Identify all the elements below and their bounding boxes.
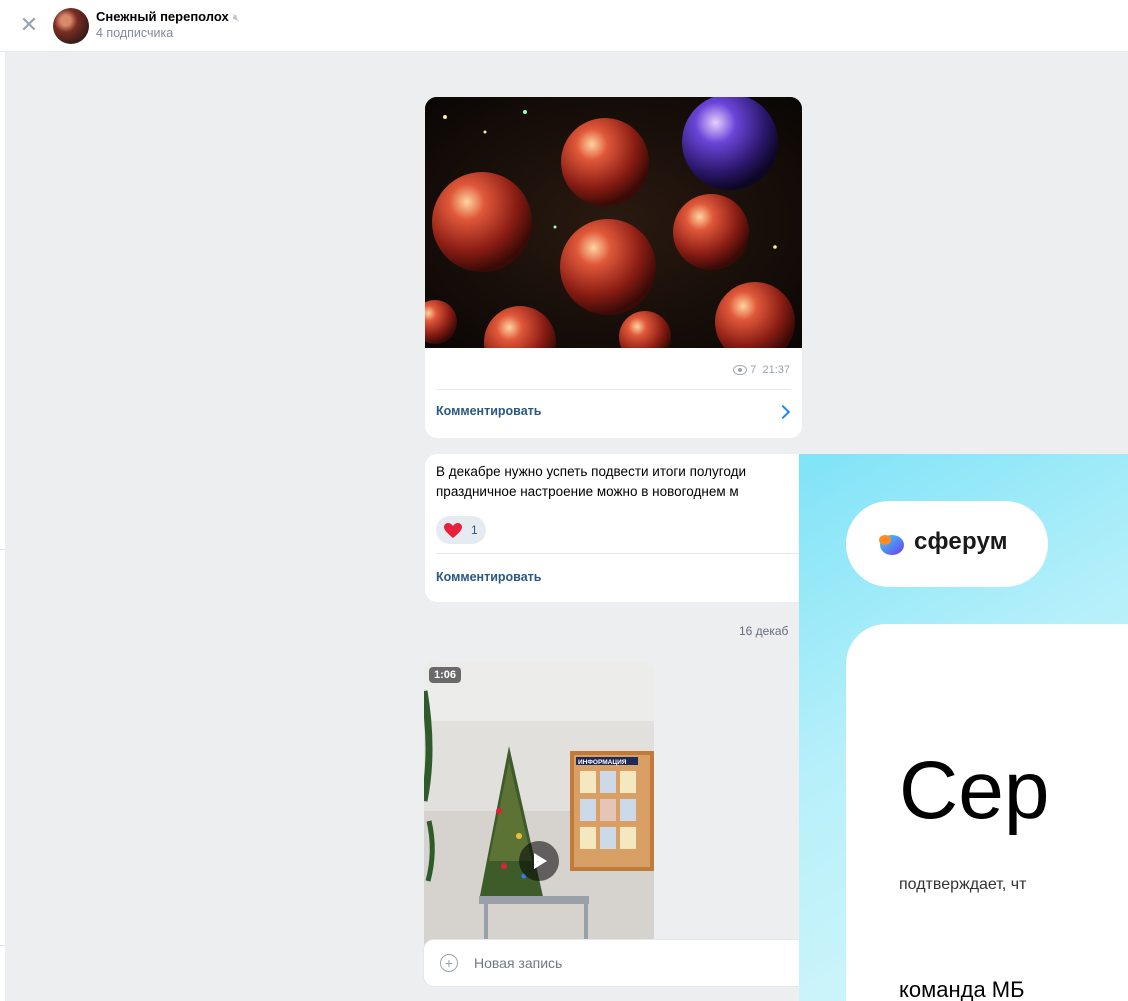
divider [436,389,791,390]
muted-icon: 🔇︎ [232,12,240,24]
sferum-overlay: сферум Сер подтверждает, чт команда МБ [799,454,1128,1001]
chat-header: ✕ Снежный переполох 🔇︎ 4 подписчика [0,0,1128,52]
sferum-logo-icon [879,535,904,555]
left-panel-edge [0,52,5,1001]
svg-text:ИНФОРМАЦИЯ: ИНФОРМАЦИЯ [578,759,627,766]
date-separator: 16 декаб [739,624,789,638]
divider [436,553,804,554]
channel-avatar[interactable] [53,8,89,44]
post-meta: 7 21:37 [733,364,790,376]
video-duration: 1:06 [429,667,462,683]
certificate-subtitle: подтверждает, чт [899,876,1027,893]
comment-link[interactable]: Комментировать [436,570,541,584]
new-post-composer[interactable]: + Новая запись [424,940,814,986]
channel-title[interactable]: Снежный переполох 🔇︎ [96,9,240,25]
certificate-team: команда МБ [899,977,1025,1001]
close-icon[interactable]: ✕ [18,14,40,36]
sferum-logo: сферум [846,501,1048,587]
views-icon [733,365,748,376]
post-card-text: В декабре нужно успеть подвести итоги по… [425,454,815,602]
certificate-heading: Сер [899,745,1050,836]
christmas-ornaments-photo[interactable] [425,97,802,348]
video-post[interactable]: ИНФОРМАЦИЯ 1:06 [424,661,654,961]
post-time: 21:37 [762,364,790,376]
sferum-logo-text: сферум [914,528,1008,555]
comment-link[interactable]: Комментировать [436,404,541,418]
play-icon[interactable] [519,841,559,881]
video-thumbnail: ИНФОРМАЦИЯ [424,661,654,961]
post-card-photo: 7 21:37 Комментировать [425,97,802,438]
divider [0,549,5,550]
chevron-right-icon[interactable] [775,404,791,420]
reaction-button[interactable]: 1 [436,516,486,544]
post-text: В декабре нужно успеть подвести итоги по… [436,464,746,499]
add-icon[interactable]: + [440,954,458,972]
reaction-count: 1 [471,523,478,537]
divider [0,945,5,946]
heart-icon [444,523,462,538]
new-post-input[interactable]: Новая запись [474,955,562,971]
subscriber-count[interactable]: 4 подписчика [96,26,173,40]
